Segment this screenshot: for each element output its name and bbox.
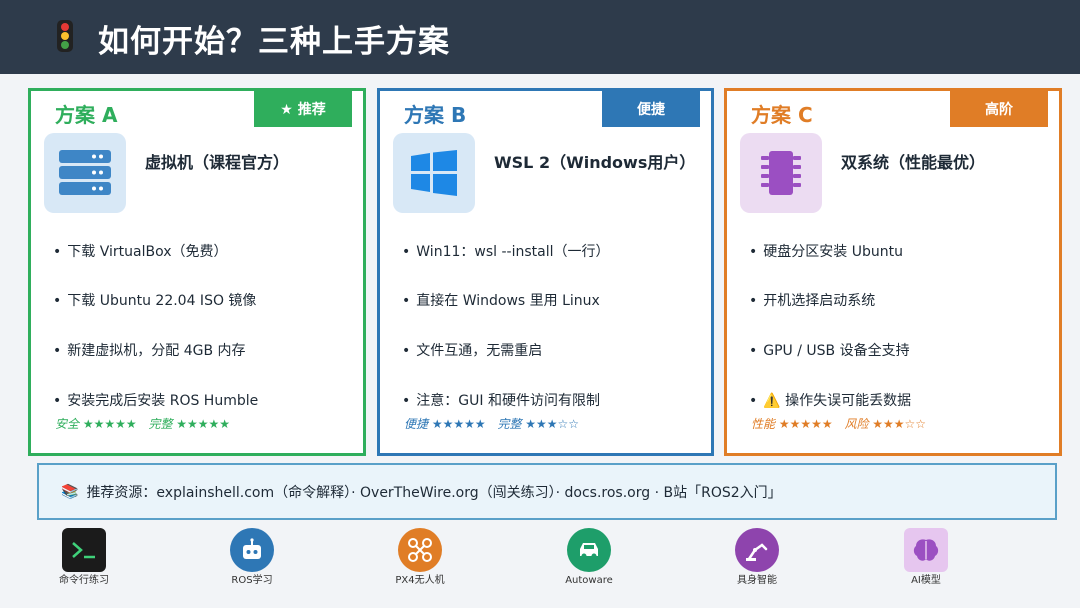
plan-subtitle: 双系统（性能最优） — [841, 153, 986, 172]
books-icon: 📚 — [61, 483, 79, 500]
dock-label: 具身智能 — [737, 575, 777, 586]
dock-item-terminal[interactable]: 命令行练习 — [34, 528, 134, 587]
plan-subtitle: WSL 2（Windows用户） — [494, 153, 696, 172]
dock-item-ros[interactable]: ROS学习 — [202, 528, 302, 587]
list-item: Win11：wsl --install（一行） — [402, 241, 609, 261]
dock-item-px4[interactable]: PX4无人机 — [370, 528, 470, 587]
dock-item-ai-model[interactable]: AI模型 — [876, 528, 976, 587]
rating-risk: 风险 ★★★☆☆ — [844, 417, 927, 431]
list-item: 安装完成后安装 ROS Humble — [53, 390, 258, 410]
page-title: 如何开始？三种上手方案 — [98, 24, 450, 60]
advanced-badge: 高阶 — [950, 90, 1048, 127]
dock-label: ROS学习 — [231, 575, 273, 586]
dock-item-embodied-ai[interactable]: 具身智能 — [707, 528, 807, 587]
plan-card-a: 方案 A ★ 推荐 虚拟机（课程官方） 下载 VirtualBox（免费） 下载… — [28, 88, 366, 456]
rating-convenience: 便捷 ★★★★★ — [404, 417, 486, 431]
traffic-light-icon — [57, 20, 73, 52]
plan-name: 方案 A — [55, 103, 118, 127]
plan-name: 方案 C — [751, 103, 813, 127]
rating-row: 性能 ★★★★★ 风险 ★★★☆☆ — [751, 415, 934, 432]
rating-performance: 性能 ★★★★★ — [751, 417, 833, 431]
plan-subtitle: 虚拟机（课程官方） — [145, 153, 290, 172]
plan-card-c: 方案 C 高阶 双系统（性能最优） 硬盘分区安装 Ubuntu 开机选择启动系统… — [724, 88, 1062, 456]
rating-completeness: 完整 ★★★★★ — [148, 417, 231, 431]
dock-label: 命令行练习 — [59, 575, 109, 586]
list-item: 注意：GUI 和硬件访问有限制 — [402, 390, 600, 410]
plan-card-b: 方案 B 便捷 WSL 2（Windows用户） Win11：wsl --ins… — [377, 88, 714, 456]
list-item: 硬盘分区安装 Ubuntu — [749, 241, 903, 261]
list-item: ⚠️ 操作失误可能丢数据 — [749, 390, 911, 410]
list-item: 下载 VirtualBox（免费） — [53, 241, 227, 261]
resources-text: 推荐资源：explainshell.com（命令解释）· OverTheWire… — [86, 484, 782, 501]
list-item: 下载 Ubuntu 22.04 ISO 镜像 — [53, 290, 256, 310]
robot-arm-icon — [735, 528, 779, 572]
title-bar: 如何开始？三种上手方案 — [0, 0, 1080, 74]
dock-label: AI模型 — [911, 575, 941, 586]
rating-row: 便捷 ★★★★★ 完整 ★★★☆☆ — [404, 415, 587, 432]
terminal-icon — [62, 528, 106, 572]
rating-row: 安全 ★★★★★ 完整 ★★★★★ — [55, 415, 238, 432]
robot-icon — [230, 528, 274, 572]
rating-safety: 安全 ★★★★★ — [55, 417, 137, 431]
rating-completeness: 完整 ★★★☆☆ — [497, 417, 580, 431]
recommend-badge: ★ 推荐 — [254, 90, 352, 127]
chip-icon — [740, 133, 822, 213]
list-item: 文件互通，无需重启 — [402, 340, 542, 360]
list-item: 开机选择启动系统 — [749, 290, 875, 310]
dock-item-autoware[interactable]: Autoware — [539, 528, 639, 587]
windows-icon — [393, 133, 475, 213]
dock-label: PX4无人机 — [395, 575, 445, 586]
car-icon — [567, 528, 611, 572]
drone-icon — [398, 528, 442, 572]
plan-name: 方案 B — [404, 103, 467, 127]
list-item: 新建虚拟机，分配 4GB 内存 — [53, 340, 245, 360]
server-icon — [44, 133, 126, 213]
list-item: 直接在 Windows 里用 Linux — [402, 290, 600, 310]
list-item: GPU / USB 设备全支持 — [749, 340, 909, 360]
convenient-badge: 便捷 — [602, 90, 700, 127]
dock-label: Autoware — [565, 575, 613, 586]
resources-bar: 📚 推荐资源：explainshell.com（命令解释）· OverTheWi… — [37, 463, 1057, 520]
brain-icon — [904, 528, 948, 572]
